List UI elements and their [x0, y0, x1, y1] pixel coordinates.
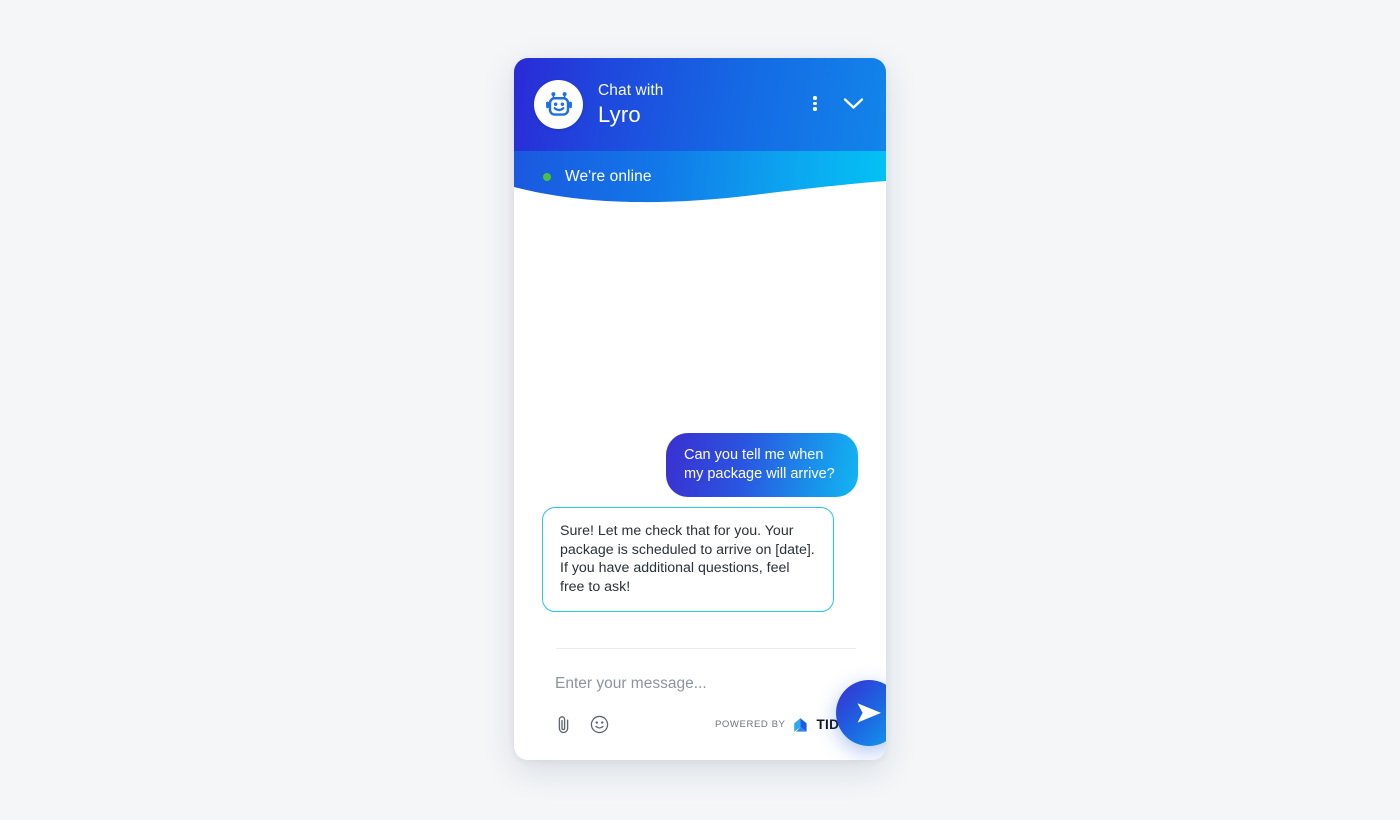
chat-with-label: Chat with: [598, 82, 664, 100]
composer-toolbar: POWERED BY TIDIO: [542, 713, 858, 736]
header-actions: [809, 90, 868, 119]
chevron-down-icon: [843, 98, 864, 109]
kebab-menu-button[interactable]: [809, 90, 821, 117]
user-message-bubble: Can you tell me when my package will arr…: [666, 433, 858, 498]
message-row-user: Can you tell me when my package will arr…: [542, 433, 858, 498]
chat-header: Chat with Lyro We're online: [514, 58, 886, 208]
header-title-group: Chat with Lyro: [598, 83, 809, 126]
minimize-chat-button[interactable]: [839, 93, 868, 114]
kebab-menu-icon: [813, 94, 817, 113]
agent-name: Lyro: [598, 101, 641, 127]
message-composer: POWERED BY TIDIO: [514, 648, 886, 760]
smiley-face-icon: [590, 715, 609, 734]
robot-avatar-icon: [545, 91, 572, 116]
message-input[interactable]: [542, 649, 858, 713]
attach-file-button[interactable]: [555, 713, 572, 736]
avatar: [534, 80, 583, 129]
message-list: Can you tell me when my package will arr…: [514, 208, 886, 648]
chat-widget: Chat with Lyro We're online Can you tell…: [514, 58, 886, 760]
tidio-logo-icon: [793, 717, 807, 732]
bot-message-bubble: Sure! Let me check that for you. Your pa…: [542, 507, 834, 612]
send-plane-icon: [857, 703, 881, 723]
powered-by-label: POWERED BY: [714, 719, 786, 730]
header-wave-divider: [514, 181, 886, 208]
emoji-picker-button[interactable]: [590, 713, 609, 736]
paperclip-icon: [558, 716, 569, 734]
header-upper-band: Chat with Lyro: [514, 58, 886, 151]
message-row-bot: Sure! Let me check that for you. Your pa…: [542, 507, 858, 612]
